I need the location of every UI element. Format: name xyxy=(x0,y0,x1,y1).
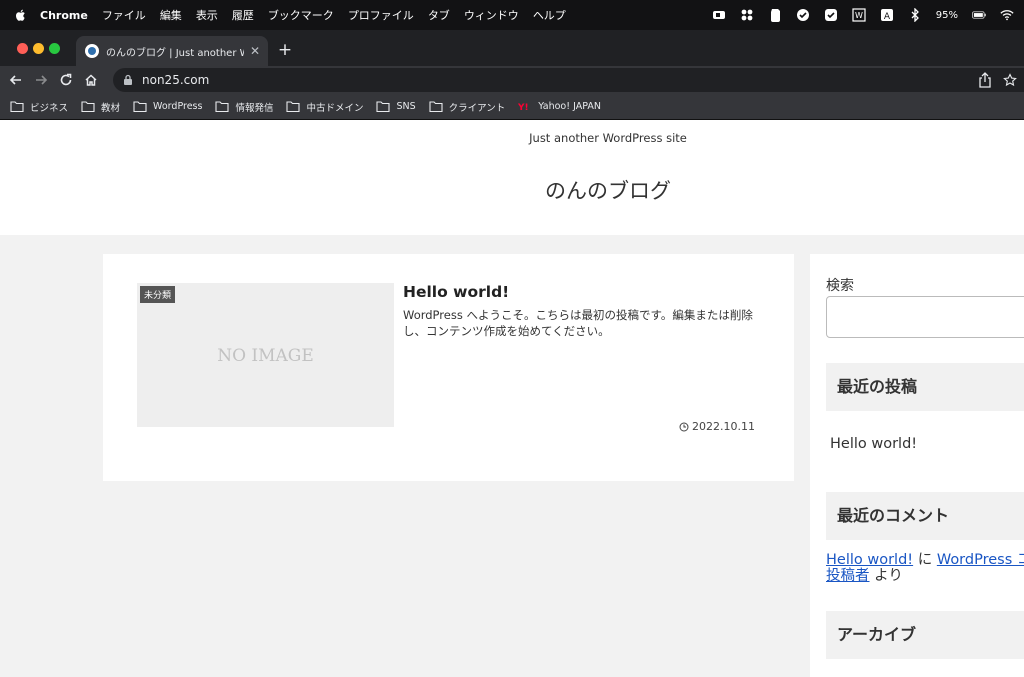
wifi-icon[interactable] xyxy=(1000,8,1014,22)
site-favicon-icon xyxy=(85,44,99,58)
folder-icon xyxy=(81,101,95,112)
url-text[interactable]: non25.com xyxy=(142,73,209,87)
tab-title: のんのブログ | Just another WordPress site xyxy=(106,47,244,59)
bookmarks-bar: ビジネス 教材 WordPress 情報発信 中古ドメイン SNS クライアント… xyxy=(0,94,1024,120)
post-excerpt: WordPress へようこそ。こちらは最初の投稿です。編集または削除し、コンテ… xyxy=(403,308,753,338)
battery-percent: 95% xyxy=(935,9,958,21)
bookmark-label: 情報発信 xyxy=(235,102,274,114)
back-arrow-icon[interactable] xyxy=(7,71,25,89)
menu-window[interactable]: ウィンドウ xyxy=(464,7,519,23)
folder-icon xyxy=(133,101,147,112)
menu-app-name[interactable]: Chrome xyxy=(40,9,88,22)
menu-history[interactable]: 履歴 xyxy=(232,7,254,23)
tab-strip: のんのブログ | Just another WordPress site ✕ + xyxy=(0,30,1024,66)
no-image-text: NO IMAGE xyxy=(217,346,314,366)
recent-comments-heading: 最近のコメント xyxy=(826,492,1024,540)
post-date-text: 2022.10.11 xyxy=(692,420,755,433)
post-title[interactable]: Hello world! xyxy=(403,283,509,301)
search-label: 検索 xyxy=(826,278,854,294)
menu-tab[interactable]: タブ xyxy=(428,7,450,23)
menu-file[interactable]: ファイル xyxy=(102,7,146,23)
recent-post-link[interactable]: Hello world! xyxy=(830,436,917,452)
svg-text:A: A xyxy=(884,12,891,22)
bookmark-folder-wordpress[interactable]: WordPress xyxy=(133,101,202,112)
post-card[interactable]: NO IMAGE 未分類 Hello world! WordPress へようこ… xyxy=(103,254,794,481)
status-area: W A 95% xyxy=(712,0,1014,30)
bookmark-star-icon[interactable] xyxy=(1003,72,1017,91)
lock-icon[interactable] xyxy=(123,71,133,90)
yahoo-icon: Y! xyxy=(518,103,529,112)
site-tagline: Just another WordPress site xyxy=(529,131,687,145)
bluetooth-icon[interactable] xyxy=(908,8,922,22)
site-title-link[interactable]: のんのブログ xyxy=(0,175,1024,205)
share-icon[interactable] xyxy=(978,72,992,92)
folder-icon xyxy=(286,101,301,112)
bookmark-yahoo-japan[interactable]: Y! Yahoo! JAPAN xyxy=(518,101,601,112)
forward-arrow-icon[interactable] xyxy=(32,71,50,89)
battery-icon[interactable] xyxy=(972,8,986,22)
evernote-icon[interactable] xyxy=(768,8,782,22)
bookmark-folder-sns[interactable]: SNS xyxy=(376,101,416,112)
check-circle-icon[interactable] xyxy=(824,8,838,22)
search-input[interactable] xyxy=(826,296,1024,338)
svg-text:Y!: Y! xyxy=(518,103,529,112)
menu-view[interactable]: 表示 xyxy=(196,7,218,23)
bookmark-label: 中古ドメイン xyxy=(306,102,364,114)
folder-icon xyxy=(429,101,443,112)
bookmark-label: 教材 xyxy=(101,102,121,114)
folder-icon xyxy=(10,101,24,112)
menu-help[interactable]: ヘルプ xyxy=(533,7,566,23)
post-date: 2022.10.11 xyxy=(679,420,755,433)
recent-posts-heading: 最近の投稿 xyxy=(826,363,1024,411)
input-method-icon[interactable]: W xyxy=(852,8,866,22)
close-window-button[interactable] xyxy=(17,43,28,54)
bookmark-folder-info[interactable]: 情報発信 xyxy=(215,100,273,114)
recent-comment: Hello world! に WordPress コ投稿者 より xyxy=(826,552,1024,584)
minimize-window-button[interactable] xyxy=(33,43,44,54)
menu-edit[interactable]: 編集 xyxy=(160,7,182,23)
bookmark-folder-business[interactable]: ビジネス xyxy=(10,100,68,114)
tab-close-icon[interactable]: ✕ xyxy=(250,44,260,58)
comment-author-link-cont[interactable]: 投稿者 xyxy=(826,568,870,584)
bookmark-folder-clients[interactable]: クライアント xyxy=(429,100,506,114)
comment-post-link[interactable]: Hello world! xyxy=(826,552,913,568)
menu-bookmarks[interactable]: ブックマーク xyxy=(268,7,334,23)
home-icon[interactable] xyxy=(82,71,100,89)
svg-text:W: W xyxy=(855,11,863,20)
bookmark-folder-domains[interactable]: 中古ドメイン xyxy=(286,100,363,114)
bookmark-label: クライアント xyxy=(448,102,506,114)
web-page: Just another WordPress site のんのブログ NO IM… xyxy=(0,120,1024,677)
bookmark-folder-materials[interactable]: 教材 xyxy=(81,100,120,114)
folder-icon xyxy=(215,101,230,112)
keyboard-a-icon[interactable]: A xyxy=(880,8,894,22)
comment-connector: に xyxy=(913,552,937,568)
archive-heading: アーカイブ xyxy=(826,611,1024,659)
site-header: Just another WordPress site のんのブログ xyxy=(0,120,1024,235)
menu-profiles[interactable]: プロファイル xyxy=(348,7,414,23)
browser-tab-active[interactable]: のんのブログ | Just another WordPress site ✕ xyxy=(76,36,268,66)
browser-toolbar: non25.com xyxy=(0,66,1024,94)
bookmark-label: ビジネス xyxy=(30,102,69,114)
reload-icon[interactable] xyxy=(57,71,75,89)
post-thumbnail[interactable]: NO IMAGE 未分類 xyxy=(137,283,394,427)
clock-icon xyxy=(679,422,689,431)
sidebar: 検索 最近の投稿 Hello world! 最近のコメント Hello worl… xyxy=(810,254,1024,677)
bookmark-label: SNS xyxy=(396,101,416,112)
sync-icon[interactable] xyxy=(796,8,810,22)
folder-icon xyxy=(376,101,391,112)
macos-menu-bar: Chrome ファイル 編集 表示 履歴 ブックマーク プロファイル タブ ウィ… xyxy=(0,0,1024,30)
comment-suffix: より xyxy=(869,568,903,584)
bookmark-label: WordPress xyxy=(153,101,203,112)
address-bar[interactable]: non25.com xyxy=(113,68,1024,92)
cluster-icon[interactable] xyxy=(740,8,754,22)
zoom-window-button[interactable] xyxy=(49,43,60,54)
comment-author-link[interactable]: WordPress コ xyxy=(937,552,1024,568)
bookmark-label: Yahoo! JAPAN xyxy=(538,101,601,112)
category-label: 未分類 xyxy=(140,286,176,303)
apple-menu-icon[interactable] xyxy=(14,8,28,22)
video-camera-icon[interactable] xyxy=(712,8,726,22)
new-tab-button[interactable]: + xyxy=(275,40,295,60)
